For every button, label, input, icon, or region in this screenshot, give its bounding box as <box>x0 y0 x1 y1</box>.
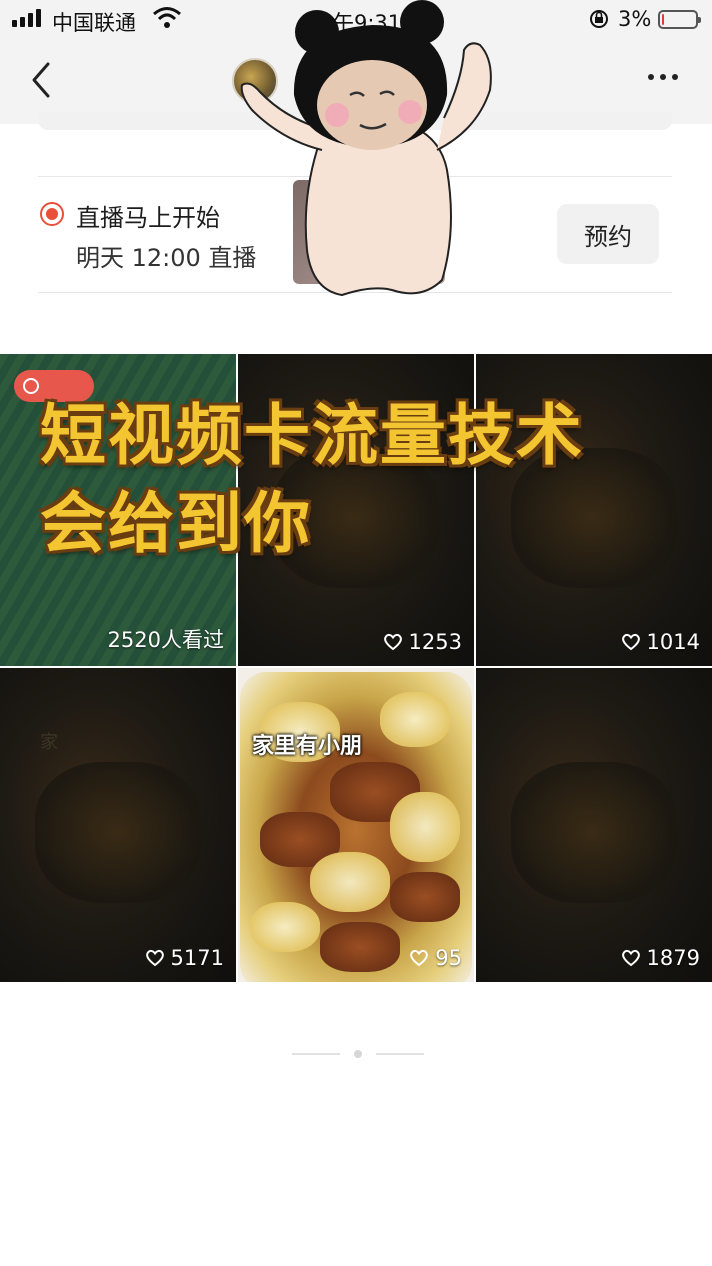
rotation-lock-icon <box>590 10 608 28</box>
video-tile[interactable]: 家 5171 <box>0 668 236 982</box>
heart-icon <box>383 633 402 651</box>
heart-icon <box>410 949 429 967</box>
battery-icon <box>658 10 701 29</box>
overlay-headline-2: 会给到你 <box>40 485 312 562</box>
overlay-headline: 短视频卡流量技术 <box>40 397 584 474</box>
like-count: 1014 <box>621 630 700 654</box>
reserve-button[interactable]: 预约 <box>557 204 659 264</box>
video-tile[interactable]: 家里有小朋 95 <box>238 668 474 982</box>
live-title: 直播马上开始 <box>76 204 220 232</box>
heart-icon <box>621 949 640 967</box>
carrier-label: 中国联通 <box>52 11 136 35</box>
tile-faint-text: 家 <box>40 732 58 753</box>
like-count: 5171 <box>145 946 224 970</box>
battery-percent: 3% <box>618 7 652 31</box>
wifi-icon <box>153 7 181 28</box>
video-caption: 家里有小朋 <box>252 734 363 759</box>
battery-level <box>662 14 664 25</box>
heart-icon <box>621 633 640 651</box>
heart-icon <box>145 949 164 967</box>
meme-sticker <box>240 0 492 297</box>
view-count: 2520人看过 <box>107 628 224 652</box>
like-count: 1253 <box>383 630 462 654</box>
more-dots-icon[interactable] <box>648 74 678 80</box>
chevron-left-icon[interactable] <box>26 60 56 100</box>
live-indicator-icon <box>40 202 64 226</box>
page: 中国联通 上午9:31 3% 直播马上开始 明天 12:00 直播 预约 252… <box>0 0 712 1266</box>
like-count: 1879 <box>621 946 700 970</box>
food-bowl-image <box>240 672 472 982</box>
video-tile[interactable]: 1879 <box>476 668 712 982</box>
page-indicator <box>292 1050 424 1058</box>
like-count: 95 <box>409 946 462 970</box>
signal-icon <box>12 9 41 27</box>
